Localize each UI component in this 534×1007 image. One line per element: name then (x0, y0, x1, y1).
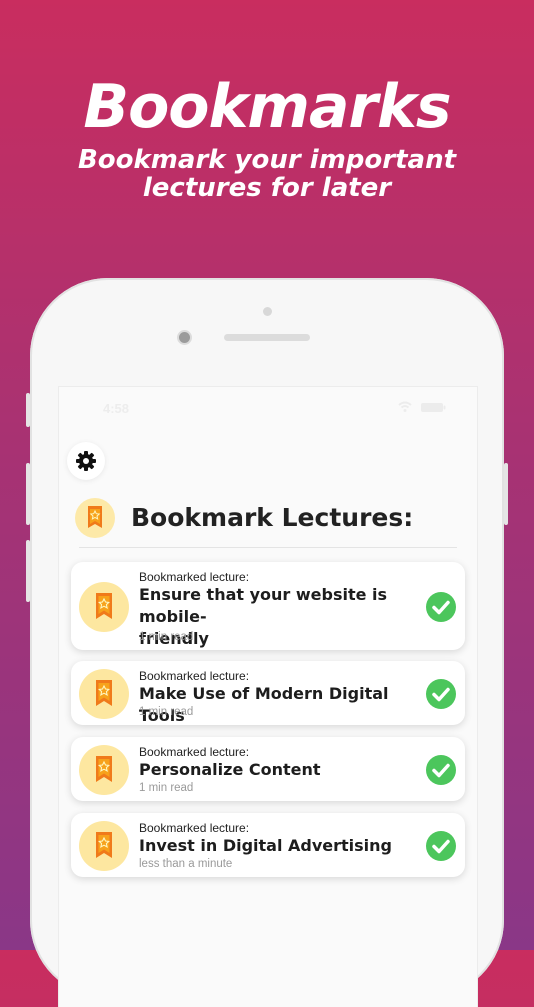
lecture-card[interactable]: Bookmarked lecture: Invest in Digital Ad… (71, 813, 465, 877)
check-circle-icon[interactable] (426, 592, 456, 622)
lecture-title: Make Use of Modern Digital Tools (139, 684, 389, 725)
lecture-label: Bookmarked lecture: (139, 570, 250, 584)
page-title: Bookmark Lectures: (131, 503, 414, 532)
check-circle-icon[interactable] (426, 755, 456, 785)
lecture-read-time: 1 min read (139, 706, 194, 718)
bookmark-badge-icon (79, 745, 129, 795)
lecture-card[interactable]: Bookmarked lecture: Personalize Content … (71, 737, 465, 801)
phone-sensor (263, 307, 272, 316)
phone-frame: 4:58 Bookmark Lectures: Bookmarked lectu… (26, 278, 508, 1007)
lecture-read-time: less than a minute (139, 858, 233, 870)
wifi-battery-icon (398, 401, 446, 412)
check-circle-icon[interactable] (426, 831, 456, 861)
lecture-title-line-1: Ensure that your website is mobile- (139, 585, 388, 626)
lecture-label: Bookmarked lecture: (139, 821, 250, 835)
app-screen: 4:58 Bookmark Lectures: Bookmarked lectu… (58, 386, 478, 1007)
status-icons (397, 401, 447, 416)
phone-volume-down (26, 540, 30, 602)
lecture-title: Personalize Content (139, 760, 321, 779)
lecture-title: Invest in Digital Advertising (139, 836, 393, 855)
settings-button[interactable] (67, 442, 105, 480)
phone-mute-switch (26, 393, 30, 427)
subheadline-line-1: Bookmark your important (77, 145, 457, 175)
bookmark-badge-icon (79, 582, 129, 632)
divider (79, 547, 457, 548)
bookmark-badge-icon (75, 498, 115, 538)
phone-volume-up (26, 463, 30, 525)
status-bar: 4:58 (59, 399, 477, 419)
phone-power-button (504, 463, 508, 525)
promo-headline: Bookmarks (83, 72, 451, 142)
phone-speaker (224, 334, 310, 341)
bookmark-badge-icon (79, 821, 129, 871)
check-circle-icon[interactable] (426, 679, 456, 709)
gear-icon (76, 451, 96, 471)
lecture-label: Bookmarked lecture: (139, 669, 250, 683)
lecture-read-time: 1 min read (139, 631, 194, 643)
status-time: 4:58 (103, 401, 130, 416)
lecture-card[interactable]: Bookmarked lecture: Make Use of Modern D… (71, 661, 465, 725)
phone-front-camera (179, 332, 190, 343)
bookmark-badge-icon (79, 669, 129, 719)
promo-subheadline: Bookmark your important lectures for lat… (40, 146, 494, 202)
subheadline-line-2: lectures for later (142, 173, 392, 203)
lecture-label: Bookmarked lecture: (139, 745, 250, 759)
lecture-card[interactable]: Bookmarked lecture: Ensure that your web… (71, 562, 465, 650)
lecture-read-time: 1 min read (139, 782, 194, 794)
